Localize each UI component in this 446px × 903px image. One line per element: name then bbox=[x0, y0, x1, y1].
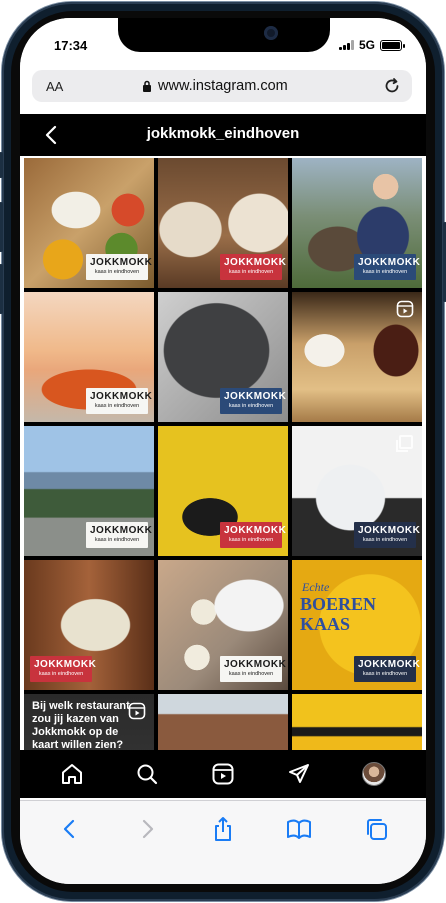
jokkmokk-brand-logo: JOKKMOKK kaas in eindhoven bbox=[220, 656, 286, 682]
jokkmokk-brand-logo: JOKKMOKK kaas in eindhoven bbox=[30, 656, 96, 682]
post-tile[interactable]: JOKKMOKK kaas in eindhoven bbox=[24, 560, 154, 690]
jokkmokk-brand-logo: JOKKMOKK kaas in eindhoven bbox=[220, 522, 286, 548]
post-tile[interactable] bbox=[292, 694, 422, 750]
post-tile[interactable]: JOKKMOKK kaas in eindhoven bbox=[292, 426, 422, 556]
volume-down-button bbox=[0, 264, 3, 314]
battery-icon bbox=[380, 39, 405, 51]
bookmarks-icon[interactable] bbox=[285, 815, 313, 843]
forward-arrow-icon[interactable] bbox=[133, 815, 161, 843]
safari-toolbar bbox=[20, 800, 426, 884]
carousel-icon bbox=[396, 435, 413, 452]
post-tile[interactable]: JOKKMOKK kaas in eindhoven bbox=[24, 426, 154, 556]
post-tile[interactable]: JOKKMOKK kaas in eindhoven bbox=[24, 292, 154, 422]
signal-strength-icon bbox=[338, 40, 354, 50]
status-bar: 17:34 5G bbox=[20, 18, 426, 68]
reel-caption: Bij welk restaurant zou jij kazen van Jo… bbox=[32, 700, 130, 750]
search-icon[interactable] bbox=[134, 761, 160, 787]
send-icon[interactable] bbox=[286, 761, 312, 787]
network-type: 5G bbox=[358, 38, 375, 52]
post-tile[interactable] bbox=[292, 292, 422, 422]
reels-icon[interactable] bbox=[210, 761, 236, 787]
url-text: www.instagram.com bbox=[158, 78, 288, 94]
jokkmokk-brand-logo: JOKKMOKK kaas in eindhoven bbox=[354, 656, 420, 682]
reload-icon[interactable] bbox=[382, 76, 402, 96]
post-tile[interactable]: JOKKMOKK kaas in eindhoven bbox=[158, 158, 288, 288]
jokkmokk-brand-logo: JOKKMOKK kaas in eindhoven bbox=[86, 254, 152, 280]
instagram-header: jokkmokk_eindhoven bbox=[20, 114, 426, 156]
lock-icon bbox=[143, 80, 151, 92]
cheese-label-main: BOEREN KAAS bbox=[300, 594, 377, 634]
status-time: 17:34 bbox=[54, 38, 88, 53]
jokkmokk-brand-logo: JOKKMOKK kaas in eindhoven bbox=[354, 522, 420, 548]
back-arrow-icon[interactable] bbox=[56, 815, 84, 843]
cheese-label-top: Echte bbox=[302, 580, 330, 594]
post-tile[interactable]: JOKKMOKK kaas in eindhoven bbox=[292, 158, 422, 288]
volume-up-button bbox=[0, 202, 3, 252]
browser-address-area: AA www.instagram.com bbox=[20, 68, 426, 112]
profile-title: jokkmokk_eindhoven bbox=[146, 125, 300, 142]
instagram-bottom-nav bbox=[20, 750, 426, 798]
jokkmokk-brand-logo: JOKKMOKK kaas in eindhoven bbox=[220, 254, 286, 280]
jokkmokk-brand-logo: JOKKMOKK kaas in eindhoven bbox=[220, 388, 286, 414]
share-icon[interactable] bbox=[209, 815, 237, 843]
jokkmokk-brand-logo: JOKKMOKK kaas in eindhoven bbox=[86, 522, 152, 548]
post-tile[interactable]: Echte BOEREN KAAS JOKKMOKK kaas in eindho… bbox=[292, 560, 422, 690]
notch bbox=[118, 18, 330, 52]
post-grid: JOKKMOKK kaas in eindhoven JOKKMOKK kaas i… bbox=[24, 158, 422, 750]
reel-icon bbox=[396, 300, 414, 318]
phone-screen: 17:34 5G AA www.instagram.com jokkmokk_e… bbox=[20, 18, 426, 884]
mute-switch bbox=[0, 152, 3, 178]
front-camera bbox=[264, 26, 278, 40]
post-tile[interactable]: JOKKMOKK kaas in eindhoven bbox=[158, 292, 288, 422]
url-display[interactable]: www.instagram.com bbox=[142, 78, 288, 94]
reel-icon bbox=[128, 702, 146, 720]
home-icon[interactable] bbox=[59, 761, 85, 787]
profile-avatar[interactable] bbox=[361, 761, 387, 787]
post-tile[interactable]: JOKKMOKK kaas in eindhoven bbox=[158, 426, 288, 556]
post-tile[interactable]: JOKKMOKK kaas in eindhoven bbox=[24, 158, 154, 288]
jokkmokk-brand-logo: JOKKMOKK kaas in eindhoven bbox=[86, 388, 152, 414]
tabs-icon[interactable] bbox=[362, 815, 390, 843]
post-tile[interactable] bbox=[158, 694, 288, 750]
jokkmokk-brand-logo: JOKKMOKK kaas in eindhoven bbox=[354, 254, 420, 280]
post-tile[interactable]: JOKKMOKK kaas in eindhoven bbox=[158, 560, 288, 690]
post-tile[interactable]: Bij welk restaurant zou jij kazen van Jo… bbox=[24, 694, 154, 750]
status-indicators: 5G bbox=[338, 38, 405, 52]
address-bar[interactable]: AA www.instagram.com bbox=[32, 70, 412, 102]
text-size-button[interactable]: AA bbox=[46, 79, 63, 94]
